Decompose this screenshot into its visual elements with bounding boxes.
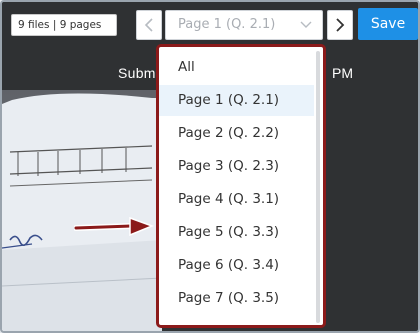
toolbar: 9 files | 9 pages Page 1 (Q. 2.1) Save xyxy=(2,2,418,44)
submission-photo xyxy=(2,90,162,331)
dropdown-option-page-3[interactable]: Page 3 (Q. 2.3) xyxy=(159,151,314,182)
previous-page-button[interactable] xyxy=(136,10,162,40)
chevron-right-icon xyxy=(336,18,345,32)
chevron-down-icon xyxy=(300,21,312,28)
dropdown-option-page-6[interactable]: Page 6 (Q. 3.4) xyxy=(159,250,314,281)
submitted-label: Subm xyxy=(118,65,156,81)
dropdown-option-page-1[interactable]: Page 1 (Q. 2.1) xyxy=(159,85,314,116)
dropdown-option-page-5[interactable]: Page 5 (Q. 3.3) xyxy=(159,217,314,248)
files-pages-badge: 9 files | 9 pages xyxy=(11,14,117,36)
save-button[interactable]: Save xyxy=(358,8,418,40)
page-select[interactable]: Page 1 (Q. 2.1) xyxy=(165,10,323,40)
chevron-left-icon xyxy=(144,18,153,32)
page-dropdown-list: All Page 1 (Q. 2.1) Page 2 (Q. 2.2) Page… xyxy=(156,44,326,328)
screenshot-frame: 9 files | 9 pages Page 1 (Q. 2.1) Save S… xyxy=(0,0,420,333)
dropdown-option-page-2[interactable]: Page 2 (Q. 2.2) xyxy=(159,118,314,149)
dropdown-scrollbar[interactable] xyxy=(316,51,320,323)
dropdown-option-page-4[interactable]: Page 4 (Q. 3.1) xyxy=(159,184,314,215)
annotation-arrow-icon xyxy=(74,216,154,237)
submitted-time-suffix: PM xyxy=(332,65,353,81)
next-page-button[interactable] xyxy=(327,10,353,40)
dropdown-option-all[interactable]: All xyxy=(159,52,314,83)
dropdown-option-page-7[interactable]: Page 7 (Q. 3.5) xyxy=(159,283,314,314)
page-select-value: Page 1 (Q. 2.1) xyxy=(178,17,276,32)
paper-image xyxy=(2,93,162,331)
